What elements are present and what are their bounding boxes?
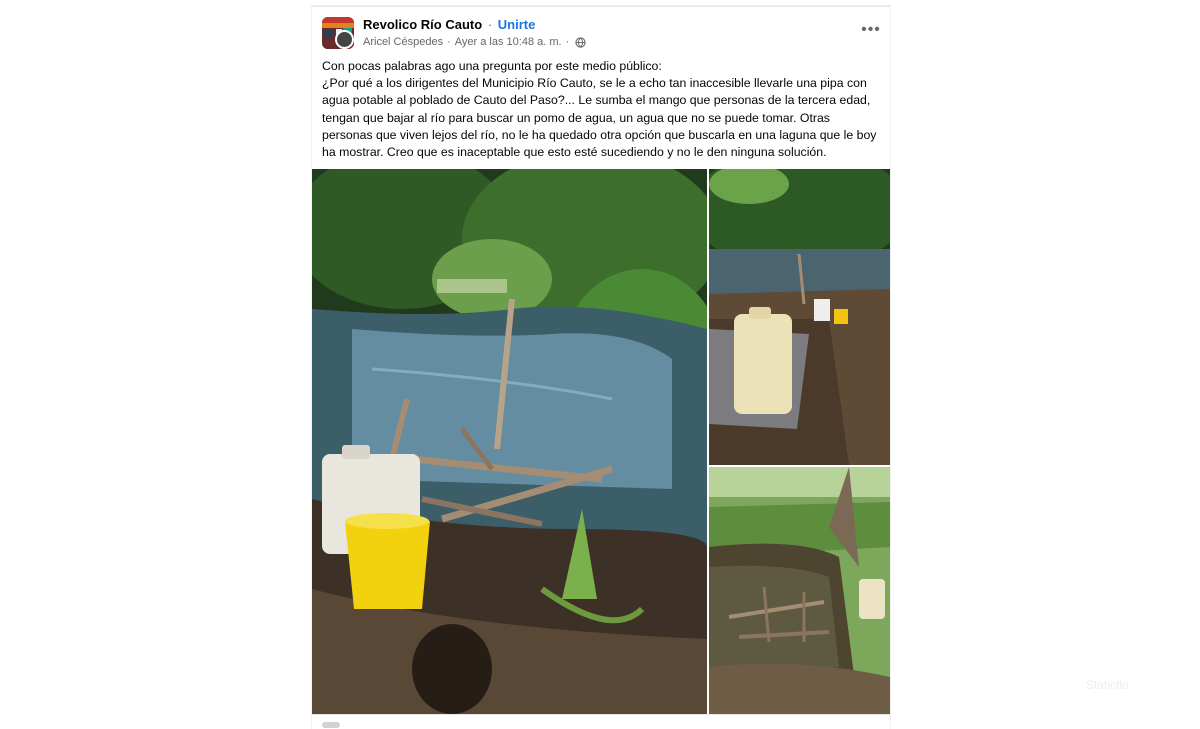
separator-dot: · (565, 36, 570, 48)
group-avatar[interactable] (322, 17, 354, 49)
facebook-post: Revolico Río Cauto · Unirte Aricel Céspe… (312, 6, 890, 729)
post-body-text: Con pocas palabras ago una pregunta por … (322, 59, 877, 160)
timestamp-link[interactable]: Ayer a las 10:48 a. m. (455, 36, 562, 48)
reaction-summary[interactable] (322, 722, 340, 728)
join-group-link[interactable]: Unirte (498, 17, 536, 32)
separator-dot: · (447, 36, 451, 48)
post-photo-tertiary[interactable] (709, 467, 890, 714)
reaction-bar (322, 722, 882, 728)
post-photo-main[interactable] (312, 169, 707, 714)
group-title-line: Revolico Río Cauto · Unirte (363, 17, 535, 32)
group-name-link[interactable]: Revolico Río Cauto (363, 17, 482, 32)
post-divider (312, 714, 890, 715)
watermark: Staticflo (1086, 678, 1129, 692)
globe-icon[interactable] (575, 36, 586, 48)
more-options-icon[interactable]: ••• (860, 19, 882, 41)
author-avatar[interactable] (335, 30, 354, 49)
post-header: Revolico Río Cauto · Unirte Aricel Céspe… (312, 7, 890, 57)
post-photo-secondary[interactable] (709, 169, 890, 465)
separator-dot: · (487, 17, 493, 32)
post-meta: Aricel Céspedes · Ayer a las 10:48 a. m.… (363, 36, 586, 48)
author-name-link[interactable]: Aricel Céspedes (363, 36, 443, 48)
